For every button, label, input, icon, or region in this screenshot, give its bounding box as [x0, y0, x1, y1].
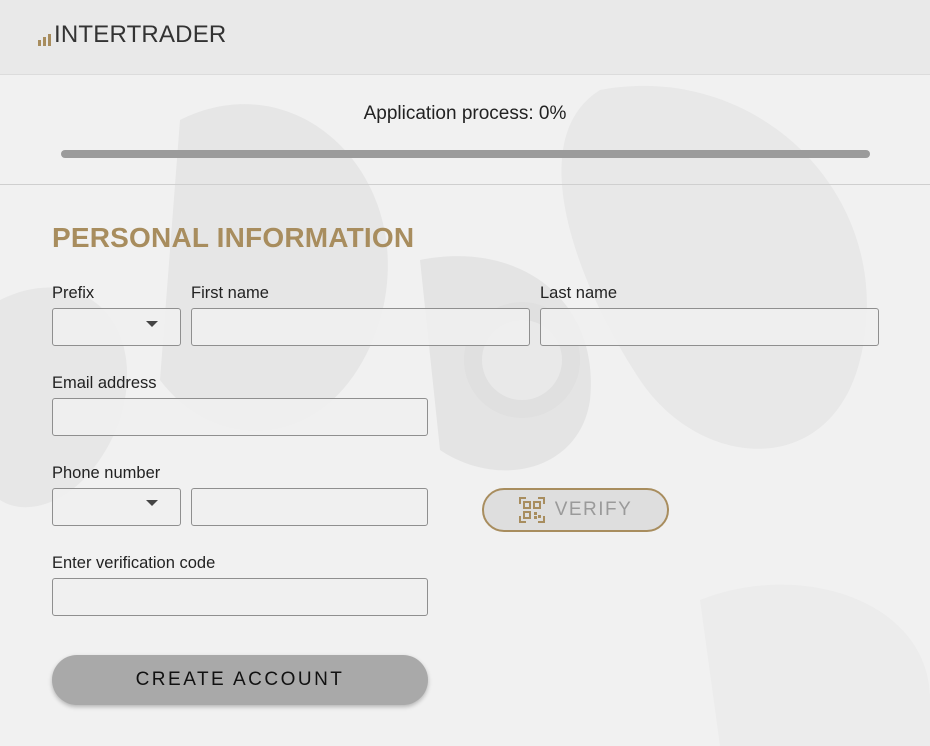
- prefix-label: Prefix: [52, 284, 95, 302]
- verification-code-input[interactable]: [52, 578, 428, 616]
- brand-name: INTERTRADER: [54, 21, 227, 48]
- qr-code-icon: [518, 497, 545, 523]
- first-name-input[interactable]: [191, 308, 530, 346]
- first-name-label: First name: [191, 284, 269, 302]
- logo-bars-icon: [38, 28, 51, 48]
- phone-number-input[interactable]: [191, 488, 428, 526]
- chevron-down-icon: [146, 321, 158, 327]
- brand-logo[interactable]: INTERTRADER: [38, 22, 226, 48]
- progress-bar: [61, 150, 870, 158]
- create-account-label: CREATE ACCOUNT: [135, 669, 345, 690]
- top-header: INTERTRADER: [0, 0, 930, 75]
- progress-label: Application process: 0%: [363, 103, 567, 124]
- email-input[interactable]: [52, 398, 428, 436]
- phone-label: Phone number: [52, 464, 161, 482]
- verify-label: VERIFY: [554, 499, 633, 520]
- application-progress: Application process: 0%: [0, 75, 930, 185]
- email-label: Email address: [52, 374, 157, 392]
- verify-button[interactable]: VERIFY: [482, 488, 669, 532]
- create-account-button[interactable]: CREATE ACCOUNT: [52, 655, 428, 705]
- verification-code-label: Enter verification code: [52, 554, 216, 572]
- last-name-label: Last name: [540, 284, 618, 302]
- section-title: PERSONAL INFORMATION: [52, 222, 415, 253]
- chevron-down-icon: [146, 500, 158, 506]
- prefix-select[interactable]: [52, 308, 181, 346]
- phone-code-select[interactable]: [52, 488, 181, 526]
- last-name-input[interactable]: [540, 308, 879, 346]
